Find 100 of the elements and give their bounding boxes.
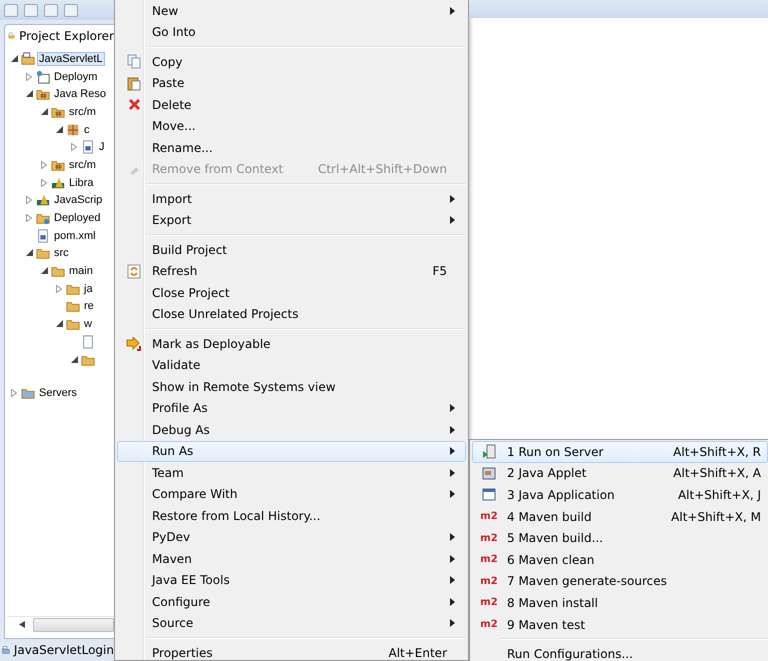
folder-icon — [21, 386, 35, 400]
collapsed-arrow-icon[interactable] — [26, 214, 32, 222]
collapsed-arrow-icon[interactable] — [71, 143, 77, 152]
java-file-icon — [81, 140, 95, 154]
menu-item[interactable]: m2 9 Maven test — [472, 614, 768, 636]
menu-item[interactable]: 2 Java Applet Alt+Shift+X, A — [472, 462, 768, 484]
tree-item[interactable]: ja — [82, 282, 95, 296]
expanded-arrow-icon[interactable] — [56, 126, 63, 133]
maven-label: m2 — [480, 511, 498, 522]
menu-item[interactable]: Properties Alt+Enter — [117, 642, 466, 661]
menu-item[interactable]: Configure — [117, 591, 466, 612]
menu-item[interactable]: Maven — [117, 548, 466, 570]
tree-item[interactable]: main — [67, 264, 95, 278]
menu-item[interactable]: Restore from Local History... — [117, 505, 466, 526]
tree-item[interactable]: src/m — [67, 158, 98, 172]
copy-icon — [127, 54, 141, 70]
menu-item[interactable]: Refresh F5 — [117, 260, 466, 282]
menu-item[interactable]: Compare With — [117, 484, 466, 505]
tree-item[interactable]: Deployed — [52, 211, 102, 226]
menu-item[interactable]: Source — [117, 612, 466, 634]
descriptor-icon — [36, 70, 50, 84]
menu-item[interactable]: m2 7 Maven generate-sources — [472, 570, 768, 592]
expanded-arrow-icon[interactable] — [41, 108, 48, 115]
tree-item[interactable]: c — [82, 122, 92, 137]
menu-item[interactable]: m2 5 Maven build... — [472, 527, 768, 549]
tree-item[interactable]: JavaServletL — [37, 52, 105, 66]
menu-item[interactable]: Paste — [117, 72, 466, 94]
expanded-arrow-icon[interactable] — [41, 267, 48, 274]
expanded-arrow-icon[interactable] — [26, 90, 33, 98]
menu-item[interactable]: Move... — [117, 116, 466, 137]
folder-globe-icon — [36, 211, 50, 226]
menu-item[interactable]: Show in Remote Systems view — [117, 376, 466, 398]
tree-item[interactable]: JavaScrip — [52, 193, 104, 208]
file-icon — [81, 334, 95, 349]
maven-label: m2 — [480, 576, 498, 587]
folder-icon — [66, 299, 80, 314]
tree-item[interactable]: src — [52, 246, 71, 260]
expanded-arrow-icon[interactable] — [56, 320, 63, 328]
collapsed-arrow-icon[interactable] — [56, 284, 62, 293]
project-icon — [21, 52, 35, 66]
menu-item[interactable]: New — [117, 0, 466, 22]
package-icon — [66, 122, 80, 137]
tree-item[interactable]: Deploym — [52, 70, 100, 84]
maven-label: m2 — [480, 532, 498, 544]
toolbar-icon[interactable] — [64, 4, 78, 16]
menu-item[interactable]: Go Into — [117, 22, 466, 43]
collapsed-arrow-icon[interactable] — [11, 389, 17, 398]
expanded-arrow-icon[interactable] — [11, 54, 18, 62]
file-icon — [36, 228, 50, 243]
collapsed-arrow-icon[interactable] — [41, 160, 47, 169]
menu-item[interactable]: Team — [117, 462, 466, 484]
expanded-arrow-icon[interactable] — [26, 249, 33, 256]
tree-item[interactable]: Java Reso — [52, 87, 108, 102]
menu-item[interactable]: m2 8 Maven install — [472, 592, 768, 614]
menu-item[interactable]: Close Unrelated Projects — [117, 304, 466, 325]
clipboard-icon — [127, 76, 141, 91]
menu-item[interactable]: Debug As — [117, 419, 466, 440]
menu-item[interactable]: Rename... — [117, 137, 466, 158]
arrow-icon — [126, 336, 142, 351]
folder-icon — [36, 246, 50, 260]
menu-item[interactable]: Validate — [117, 354, 466, 376]
menu-item[interactable]: m2 4 Maven build Alt+Shift+X, M — [472, 506, 768, 528]
toolbar-icon[interactable] — [44, 4, 58, 16]
menu-item[interactable]: Run As — [117, 440, 466, 462]
menu-item[interactable]: 1 Run on Server Alt+Shift+X, R — [472, 441, 768, 463]
menu-item[interactable]: Close Project — [117, 282, 466, 304]
toolbar-icon[interactable] — [4, 4, 18, 16]
refresh-icon — [127, 264, 141, 279]
toolbar-icon[interactable] — [24, 4, 38, 16]
folder-icon — [51, 264, 65, 278]
scroll-left-icon[interactable] — [19, 621, 25, 628]
collapsed-arrow-icon[interactable] — [41, 178, 47, 187]
menu-item[interactable]: PyDev — [117, 526, 466, 548]
tree-item[interactable]: J — [97, 140, 106, 154]
menu-item[interactable]: Copy — [117, 51, 466, 72]
collapsed-arrow-icon[interactable] — [26, 196, 32, 204]
tree-item[interactable]: Servers — [37, 386, 79, 400]
books-icon — [36, 193, 50, 208]
horizontal-scrollbar[interactable] — [7, 616, 114, 632]
tree-item[interactable]: pom.xml — [52, 228, 98, 243]
maven-label: m2 — [480, 619, 498, 630]
menu-item[interactable]: Mark as Deployable — [117, 333, 466, 354]
maven-label: m2 — [480, 597, 498, 608]
expanded-arrow-icon[interactable] — [71, 356, 78, 363]
menu-item[interactable]: Run Configurations... — [472, 643, 768, 661]
menu-item[interactable]: Build Project — [117, 239, 466, 260]
tree-item[interactable]: re — [82, 299, 96, 314]
view-title[interactable]: Project Explorer — [19, 29, 114, 43]
folder-icon — [36, 87, 50, 102]
menu-item[interactable]: Java EE Tools — [117, 570, 466, 591]
menu-item[interactable]: Export — [117, 210, 466, 231]
tree-item[interactable]: src/m — [67, 104, 98, 119]
menu-item[interactable]: m2 6 Maven clean — [472, 548, 768, 571]
menu-item[interactable]: Delete — [117, 94, 466, 116]
menu-item[interactable]: Import — [117, 188, 466, 210]
collapsed-arrow-icon[interactable] — [26, 72, 32, 81]
menu-item[interactable]: 3 Java Application Alt+Shift+X, J — [472, 484, 768, 506]
tree-item[interactable]: Libra — [67, 176, 96, 190]
tree-item[interactable]: w — [82, 317, 94, 332]
menu-item[interactable]: Profile As — [117, 398, 466, 419]
